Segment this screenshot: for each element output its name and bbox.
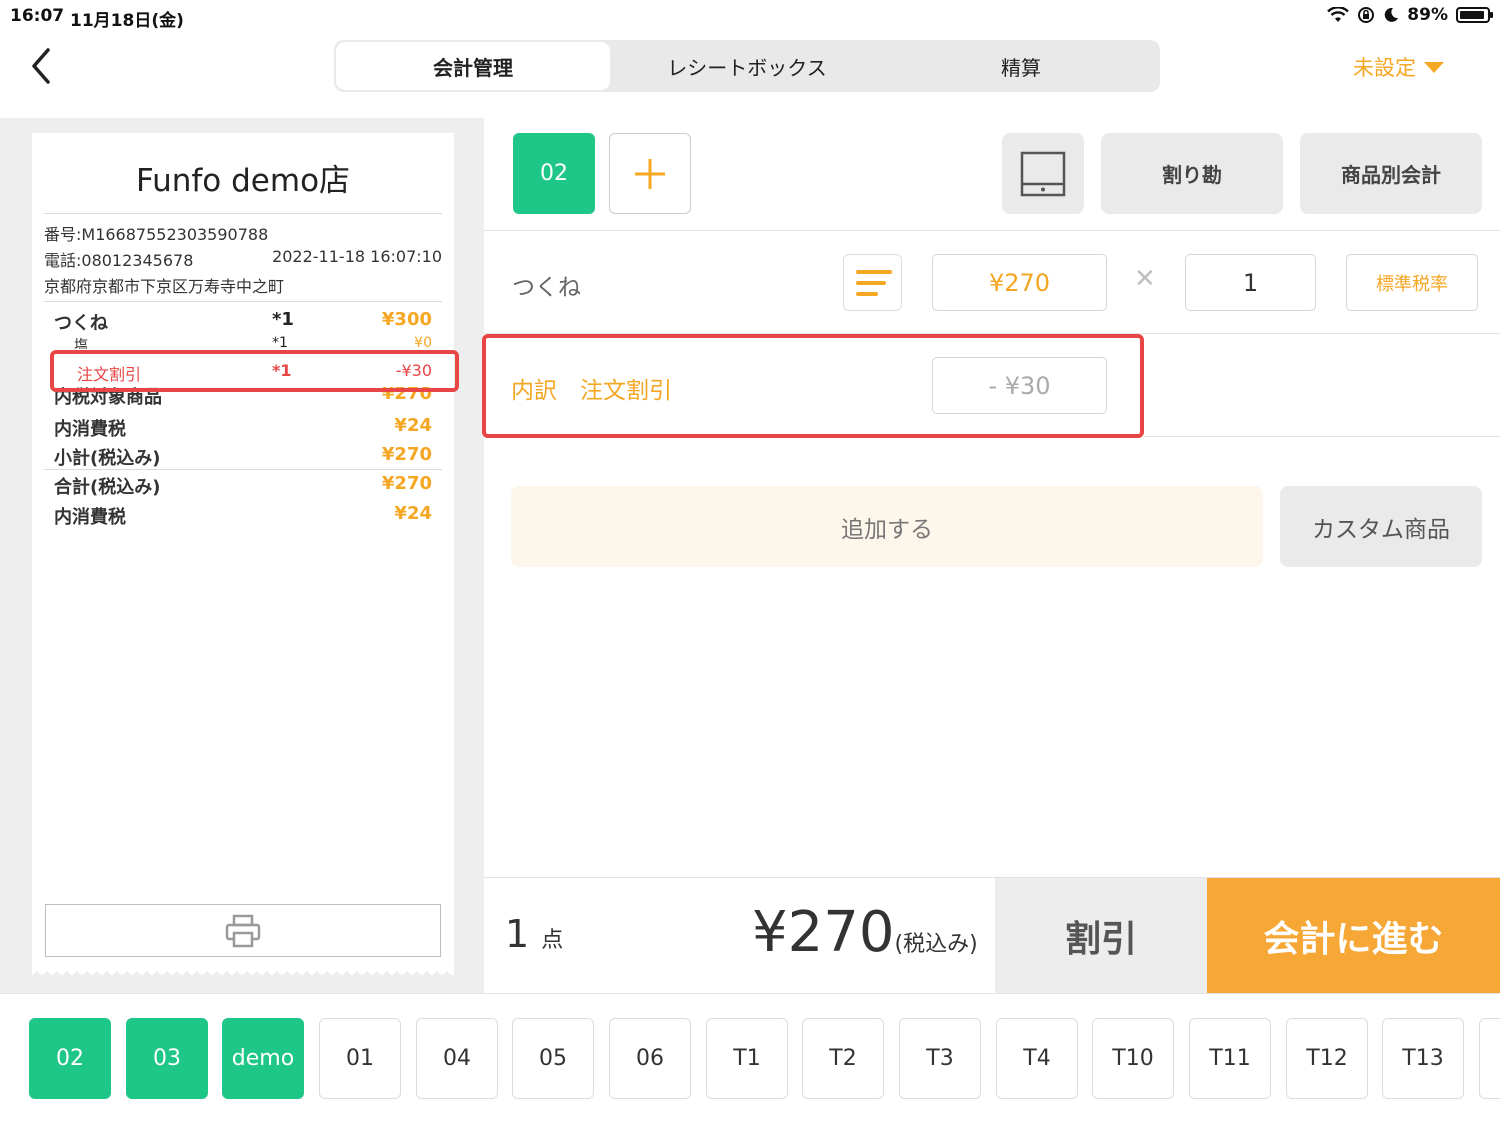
item-qty-field[interactable]: 1	[1185, 254, 1316, 311]
checkout-button[interactable]: 会計に進む	[1207, 878, 1500, 993]
item-price-field[interactable]: ¥270	[932, 254, 1107, 311]
table-tab[interactable]: demo	[222, 1018, 304, 1099]
divider	[1144, 436, 1500, 437]
segmented-tabs: 会計管理 レシートボックス 精算	[334, 40, 1160, 92]
table-tab[interactable]: 01	[319, 1018, 401, 1099]
line-qty: *1	[272, 335, 288, 349]
line-value: ¥24	[394, 503, 432, 524]
print-button[interactable]	[45, 904, 441, 957]
battery-percent: 89%	[1407, 5, 1448, 25]
menu-line-icon	[856, 280, 886, 285]
receipt-datetime: 2022-11-18 16:07:10	[272, 247, 442, 266]
printer-icon	[225, 914, 261, 947]
tab-receipt-box[interactable]: レシートボックス	[610, 42, 884, 90]
table-tab[interactable]: T13	[1382, 1018, 1464, 1099]
pay-by-item-button[interactable]: 商品別会計	[1300, 133, 1482, 214]
line-name: 小計(税込み)	[54, 448, 161, 469]
status-date: 11月18日(金)	[70, 11, 184, 31]
table-tab[interactable]: T4	[996, 1018, 1078, 1099]
drawer-button[interactable]	[1002, 133, 1084, 214]
status-bar: 16:07 11月18日(金) 89%	[0, 0, 1500, 32]
receipt-line: つくね *1 ¥300	[54, 309, 432, 334]
line-value: ¥300	[381, 309, 432, 330]
status-time: 16:07	[10, 6, 65, 26]
table-tab[interactable]: T3	[899, 1018, 981, 1099]
divider	[484, 230, 1500, 231]
custom-item-button[interactable]: カスタム商品	[1280, 486, 1482, 567]
line-value: ¥270	[381, 444, 432, 465]
discount-button[interactable]: 割引	[995, 878, 1207, 993]
receipt-phone: 電話:08012345678	[44, 251, 194, 270]
receipt-line: 小計(税込み) ¥270	[54, 444, 432, 469]
table-tab[interactable]: 06	[609, 1018, 691, 1099]
table-tab[interactable]: T12	[1286, 1018, 1368, 1099]
table-tab[interactable]: 04	[416, 1018, 498, 1099]
rotation-lock-icon	[1358, 7, 1375, 23]
receipt-torn-edge	[32, 966, 454, 976]
setting-dropdown[interactable]: 未設定	[1353, 52, 1444, 82]
item-count-value: 1	[505, 912, 530, 956]
add-order-button[interactable]	[609, 133, 691, 214]
tax-rate-button[interactable]: 標準税率	[1346, 254, 1478, 311]
tab-settlement[interactable]: 精算	[884, 42, 1158, 90]
item-options-button[interactable]	[843, 254, 902, 311]
table-tab[interactable]: T2	[802, 1018, 884, 1099]
highlight-box	[50, 350, 459, 392]
line-value: ¥270	[381, 473, 432, 494]
item-name: つくね	[512, 275, 581, 301]
receipt-line: 合計(税込み) ¥270	[54, 473, 432, 498]
plus-icon	[635, 158, 665, 189]
receipt-number: 番号:M16687552303590788	[44, 225, 269, 244]
receipt-line: 塩 *1 ¥0	[54, 335, 432, 349]
line-name: 内消費税	[54, 507, 126, 528]
order-total-value: ¥270	[752, 900, 895, 965]
receipt-line: 内消費税 ¥24	[54, 503, 432, 528]
line-name: 塩	[74, 338, 88, 349]
line-qty: *1	[272, 309, 294, 330]
order-tab-02[interactable]: 02	[513, 133, 595, 214]
menu-line-icon	[856, 291, 878, 296]
table-tab[interactable]: 03	[126, 1018, 208, 1099]
item-count-unit: 点	[541, 928, 564, 953]
table-tab[interactable]: T11	[1189, 1018, 1271, 1099]
table-tab[interactable]: 02	[29, 1018, 111, 1099]
menu-line-icon	[856, 269, 892, 274]
line-value: ¥24	[394, 415, 432, 436]
table-tab[interactable]: T10	[1092, 1018, 1174, 1099]
receipt-preview: Funfo demo店 番号:M16687552303590788 電話:080…	[32, 133, 454, 976]
divider	[44, 469, 442, 470]
caret-down-icon	[1424, 61, 1444, 73]
table-tab-partial[interactable]	[1479, 1018, 1500, 1099]
item-count: 1 点	[505, 912, 563, 956]
back-chevron-icon[interactable]	[26, 46, 58, 86]
line-name: 合計(税込み)	[54, 477, 161, 498]
multiply-icon: ✕	[1134, 264, 1156, 294]
table-tab[interactable]: 05	[512, 1018, 594, 1099]
battery-icon	[1456, 7, 1493, 23]
order-total-suffix: (税込み)	[894, 932, 978, 957]
receipt-address: 京都府京都市下京区万寿寺中之町	[44, 277, 285, 296]
line-name: つくね	[54, 313, 108, 334]
receipt-store-name: Funfo demo店	[135, 163, 351, 199]
line-value: ¥0	[414, 335, 432, 349]
tab-accounting[interactable]: 会計管理	[336, 42, 610, 90]
moon-icon	[1385, 7, 1399, 22]
line-name: 内消費税	[54, 419, 126, 440]
divider	[44, 213, 442, 214]
divider	[44, 301, 442, 302]
table-tab[interactable]: T1	[706, 1018, 788, 1099]
setting-label: 未設定	[1353, 56, 1416, 80]
status-right: 89%	[1327, 5, 1493, 25]
wifi-icon	[1327, 7, 1350, 22]
highlight-box	[482, 334, 1144, 438]
order-total: ¥270(税込み)	[752, 900, 978, 965]
split-bill-button[interactable]: 割り勘	[1101, 133, 1283, 214]
add-item-button[interactable]: 追加する	[511, 486, 1263, 567]
receipt-line: 内消費税 ¥24	[54, 415, 432, 440]
cash-drawer-icon	[1020, 151, 1066, 196]
